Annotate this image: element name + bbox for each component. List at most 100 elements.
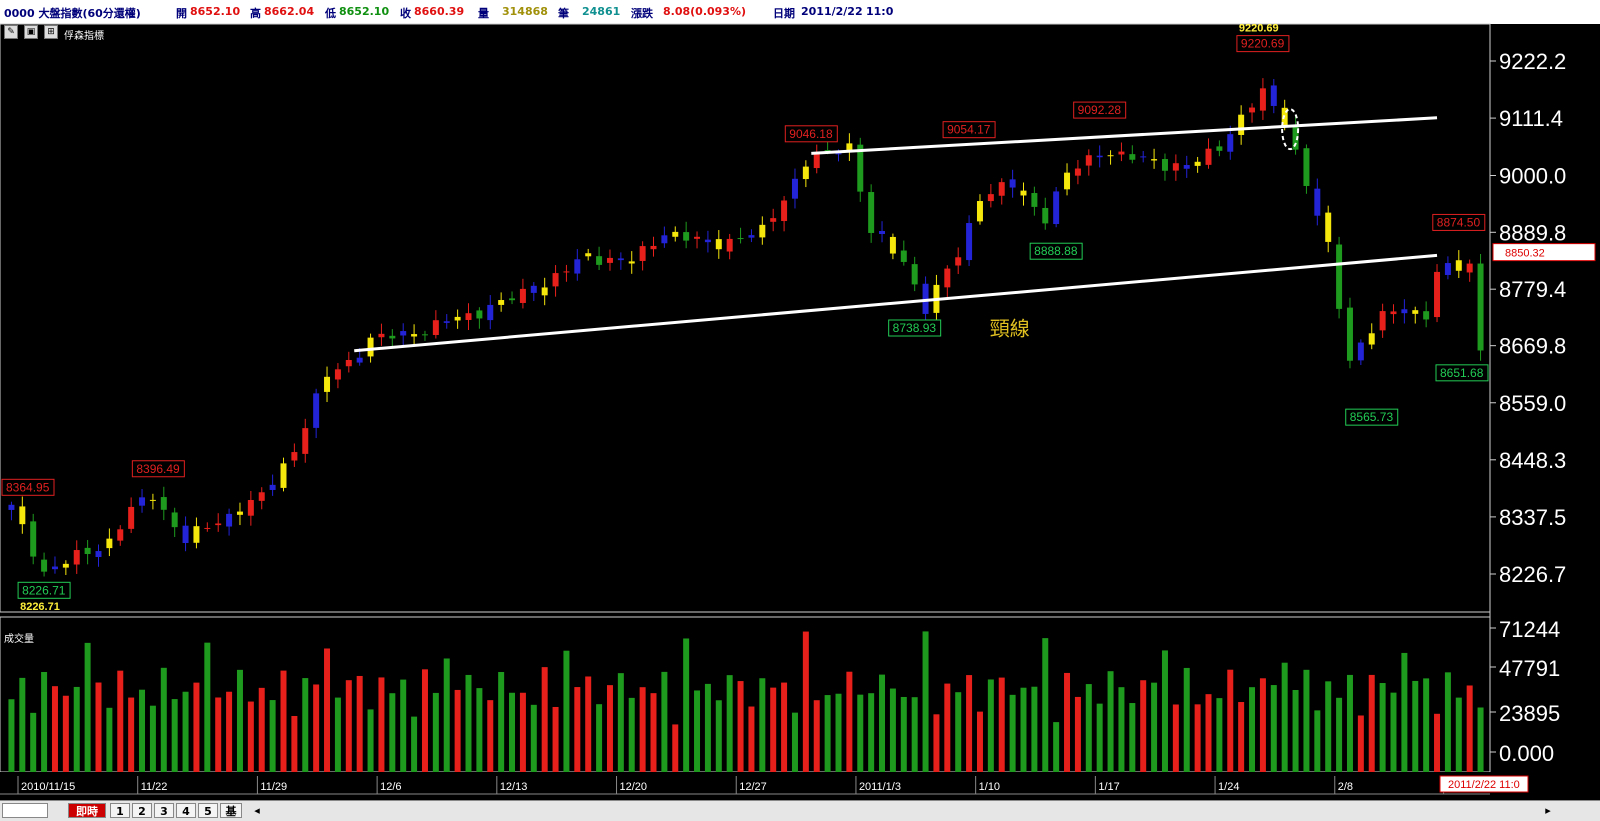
volume-bar: [1412, 680, 1419, 772]
candle-body: [258, 492, 265, 501]
tab-3[interactable]: 3: [154, 803, 174, 818]
tab-2[interactable]: 2: [132, 803, 152, 818]
candle-body: [411, 334, 418, 337]
volume-bar: [922, 631, 929, 772]
candle-body: [400, 331, 407, 336]
high-label: 9046.18: [789, 127, 833, 141]
volume-bar: [781, 682, 788, 772]
candle-body: [737, 238, 744, 240]
volume-bar: [1031, 686, 1038, 772]
volume-bar: [563, 650, 570, 772]
volume-bar: [1129, 703, 1136, 772]
tab-4[interactable]: 4: [176, 803, 196, 818]
window-icon[interactable]: ▣: [24, 25, 38, 39]
volume-bar: [596, 704, 603, 772]
candle-body: [443, 321, 450, 323]
candle-body: [1379, 311, 1386, 331]
candle-body: [1020, 190, 1027, 196]
volume-bar: [1053, 722, 1060, 772]
x-tick-label: 1/17: [1098, 781, 1119, 793]
tab-1[interactable]: 1: [110, 803, 130, 818]
candle-body: [1259, 88, 1266, 111]
price-panel: [0, 23, 1491, 613]
high-label: 9092.28: [1078, 103, 1122, 117]
volume-bar: [791, 712, 798, 772]
candle-body: [530, 285, 537, 293]
candle-body: [356, 357, 363, 363]
volume-bar: [487, 700, 494, 772]
candle-body: [215, 523, 222, 526]
candle-body: [236, 511, 243, 515]
candle-body: [139, 497, 146, 506]
volume-bar: [1096, 703, 1103, 772]
candle-body: [182, 525, 189, 544]
volume-bar: [715, 700, 722, 772]
volume-panel-title: 成交量: [4, 634, 34, 645]
volume-bar: [30, 712, 37, 772]
candle-body: [563, 271, 570, 273]
candle-body: [84, 547, 91, 555]
y-tick-label: 8226.7: [1499, 562, 1566, 587]
scroll-left-icon[interactable]: ◂: [250, 803, 264, 818]
scroll-right-icon[interactable]: ▸: [1540, 803, 1556, 818]
candle-body: [1412, 310, 1419, 314]
volume-bar: [193, 682, 200, 772]
volume-bar: [868, 693, 875, 772]
volume-bar: [51, 686, 58, 772]
candle-body: [628, 261, 635, 264]
volume-bar: [1303, 669, 1310, 772]
candle-body: [813, 152, 820, 169]
candle-body: [509, 298, 516, 301]
volume-bar: [552, 706, 559, 772]
volume-bar: [454, 689, 461, 772]
x-tick-label: 12/20: [620, 781, 648, 793]
volume-bar: [802, 631, 809, 772]
volume-bar: [1259, 678, 1266, 772]
book-icon[interactable]: ⊞: [44, 25, 58, 39]
volume-bar: [770, 687, 777, 772]
volume-bar: [879, 674, 886, 772]
x-tick-label: 12/6: [380, 781, 401, 793]
candle-body: [1357, 342, 1364, 361]
symbol-input[interactable]: [2, 803, 48, 818]
y-tick-label: 8448.3: [1499, 448, 1566, 473]
low-label: 8565.73: [1350, 410, 1394, 424]
candle-body: [1303, 148, 1310, 186]
volume-bar: [8, 699, 15, 772]
volume-bar: [1107, 671, 1114, 772]
candle-body: [1314, 188, 1321, 216]
draw-tool-icon[interactable]: ✎: [4, 25, 18, 39]
candle-body: [51, 566, 58, 570]
volume-bar: [1074, 696, 1081, 772]
candle-body: [781, 200, 788, 222]
candle-body: [1325, 212, 1332, 242]
candle-body: [171, 512, 178, 528]
volume-bar: [1151, 682, 1158, 772]
chart-canvas: 9222.2 9111.4 9000.0 8889.8 8779.4 8669.8 8559…: [0, 23, 1600, 800]
candle-body: [791, 178, 798, 199]
candle-body: [672, 231, 679, 237]
volume-bar: [356, 675, 363, 772]
volume-bar: [367, 709, 374, 772]
candle-body: [476, 310, 483, 319]
tab-basic[interactable]: 基: [220, 803, 242, 818]
indicator-name[interactable]: 俘森指標: [64, 27, 104, 42]
candle-body: [367, 337, 374, 357]
volume-bar: [748, 706, 755, 772]
volume-bar: [530, 704, 537, 772]
y-tick-label: 8889.8: [1499, 220, 1566, 245]
volume-bar: [345, 680, 352, 772]
live-button[interactable]: 即時: [68, 803, 106, 818]
volume-bar: [1325, 681, 1332, 772]
candle-body: [1107, 155, 1114, 157]
volume-bar: [236, 669, 243, 772]
candle-body: [487, 304, 494, 321]
volume-bar: [324, 648, 331, 772]
volume-bar: [639, 687, 646, 772]
volume-bar: [1368, 674, 1375, 772]
high-label: 8364.95: [6, 480, 50, 494]
candle-body: [835, 153, 842, 155]
tab-5[interactable]: 5: [198, 803, 218, 818]
candle-body: [1346, 307, 1353, 361]
volume-bar: [966, 675, 973, 772]
